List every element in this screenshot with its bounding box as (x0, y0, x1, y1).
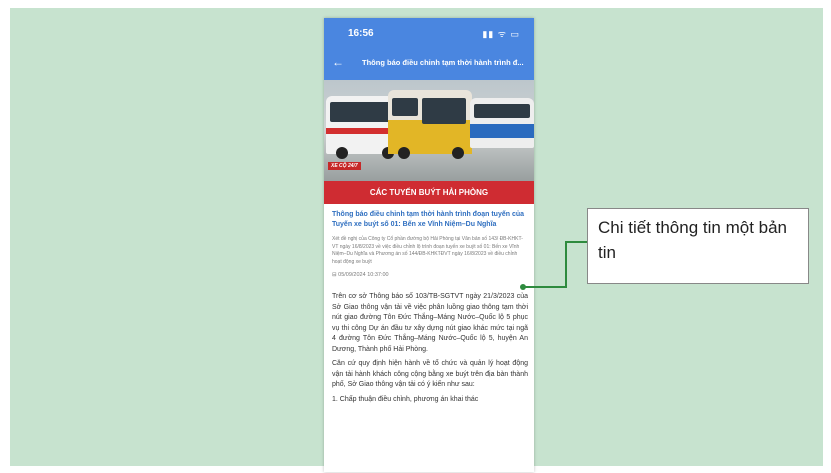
article-date: ⊟ 05/09/2024 10:37:00 (332, 272, 389, 278)
status-icons: ▮▮ ᯤ ▭ (482, 29, 520, 39)
article-banner-image: XE CỘ 24/7 CÁC TUYẾN BUÝT HẢI PHÒNG (324, 80, 534, 204)
back-arrow-icon[interactable]: ← (332, 55, 344, 69)
banner-tag: XE CỘ 24/7 (328, 162, 361, 170)
article-content: Thông báo điều chỉnh tạm thời hành trình… (332, 210, 528, 409)
phone-screen: 16:56 ▮▮ ᯤ ▭ ← Thông báo điều chỉnh tạm … (324, 18, 534, 472)
callout-box: Chi tiết thông tin một bản tin (587, 208, 809, 284)
app-bar: 16:56 ▮▮ ᯤ ▭ ← Thông báo điều chỉnh tạm … (324, 18, 534, 80)
article-summary: Xét đề nghị của Công ty Cổ phần đường bộ… (332, 236, 523, 265)
article-paragraph: Trên cơ sở Thông báo số 103/TB-SGTVT ngà… (332, 293, 528, 353)
bus-image-center (388, 90, 472, 159)
status-time: 16:56 (348, 28, 374, 39)
page-title: Thông báo điều chỉnh tạm thời hành trình… (362, 58, 524, 67)
callout-connector-line (524, 286, 567, 288)
article-paragraph: 1. Chấp thuận điều chỉnh, phương án khai… (332, 395, 479, 403)
article-headline: Thông báo điều chỉnh tạm thời hành trình… (332, 211, 525, 228)
banner-title: CÁC TUYẾN BUÝT HẢI PHÒNG (324, 181, 534, 204)
callout-connector-line (565, 241, 567, 287)
article-paragraph: Căn cứ quy định hiện hành về tổ chức và … (332, 360, 528, 388)
bus-image-right (470, 98, 534, 148)
callout-connector-line (565, 241, 587, 243)
